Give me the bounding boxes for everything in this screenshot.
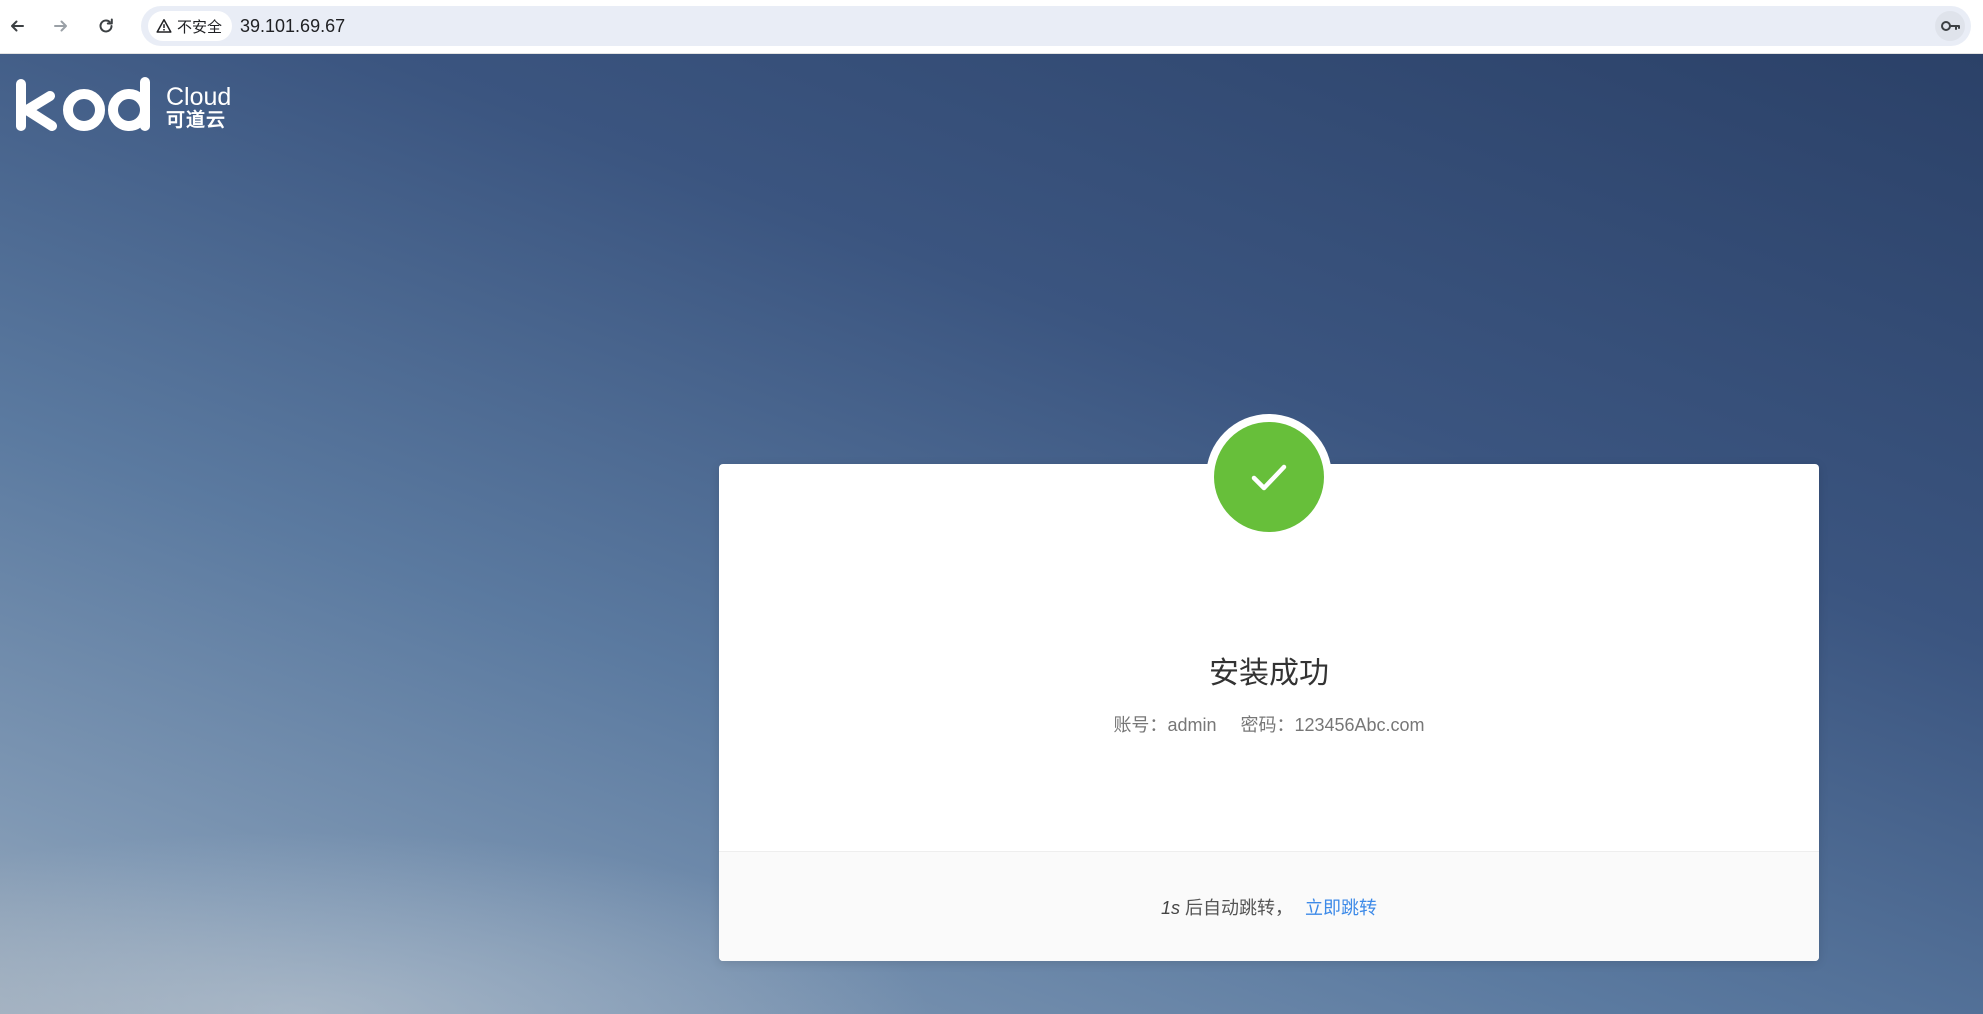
security-label: 不安全	[177, 18, 223, 36]
key-icon	[1941, 21, 1960, 31]
success-circle	[1214, 422, 1324, 532]
reload-button[interactable]	[90, 10, 122, 42]
install-success-card: 安装成功 账号：admin 密码：123456Abc.com 1s 后自动跳转， 立…	[719, 414, 1819, 961]
security-indicator[interactable]: 不安全	[148, 11, 233, 41]
warning-triangle-icon	[156, 19, 172, 33]
countdown-text: 后自动跳转，	[1185, 898, 1294, 918]
redirect-message: 1s 后自动跳转， 立即跳转	[719, 896, 1819, 920]
password-value: 123456Abc.com	[1294, 715, 1425, 735]
checkmark-icon	[1251, 464, 1287, 491]
page-background: Cloud 可道云 安装成功 账号：admin 密码：123456Abc.com …	[0, 54, 1983, 1014]
kodcloud-logo[interactable]: Cloud 可道云	[14, 76, 244, 136]
reload-icon	[99, 18, 113, 33]
browser-toolbar: 不安全 39.101.69.67	[0, 0, 1983, 54]
success-title: 安装成功	[1209, 657, 1329, 690]
success-badge	[1206, 414, 1332, 540]
account-value: admin	[1167, 715, 1217, 735]
credentials-info: 账号：admin 密码：123456Abc.com	[719, 713, 1819, 737]
countdown-value: 1s	[1160, 898, 1180, 918]
password-manager-button[interactable]	[1935, 11, 1965, 41]
jump-now-link[interactable]: 立即跳转	[1305, 898, 1377, 918]
kod-logo-mark	[16, 77, 150, 131]
url-text[interactable]: 39.101.69.67	[240, 6, 345, 46]
arrow-left-icon	[11, 20, 24, 32]
forward-button[interactable]	[45, 10, 77, 42]
arrow-right-icon	[54, 20, 67, 32]
logo-cloud-text: Cloud	[166, 83, 232, 111]
account-label: 账号：	[1113, 715, 1168, 735]
address-bar[interactable]: 不安全 39.101.69.67	[141, 6, 1971, 46]
logo-chinese-text: 可道云	[166, 110, 227, 131]
card-footer: 1s 后自动跳转， 立即跳转	[719, 851, 1819, 961]
password-label: 密码：	[1240, 715, 1295, 735]
back-button[interactable]	[1, 10, 33, 42]
